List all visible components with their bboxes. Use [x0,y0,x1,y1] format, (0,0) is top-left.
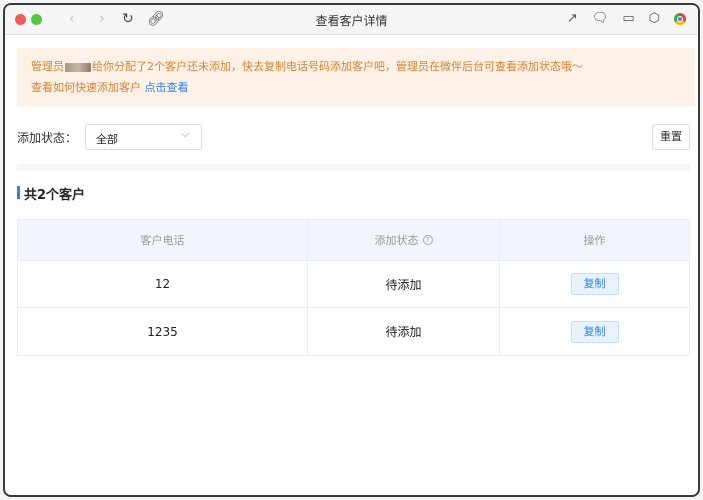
notice-banner: 管理员 给你分配了2个客户还未添加，快去复制电话号码添加客户吧，管理员在微伴后台可… [17,48,695,106]
chrome-icon[interactable] [674,13,686,25]
copy-button[interactable]: 复制 [570,320,619,343]
table-row: 12 待添加 复制 [18,261,689,308]
filter-bar: 添加状态： 全部 ⌵ 重置 [17,124,690,150]
title-bar: ‹ › ↻ 🔗︎ 查看客户详情 ↗ 🗨︎ ▭ ⬡ [5,5,698,35]
header-status-label: 添加状态 [374,234,419,247]
add-status-label: 添加状态： [17,131,78,145]
notice-line-1: 管理员 给你分配了2个客户还未添加，快去复制电话号码添加客户吧，管理员在微伴后台可… [31,56,681,77]
table-row: 1235 待添加 复制 [18,308,689,355]
section-divider [17,164,690,171]
blurred-admin-name [65,62,91,72]
cube-icon[interactable]: ⬡ [649,10,660,28]
screencast-icon[interactable]: ▭ [622,10,634,28]
customer-table: 客户电话 添加状态 ? 操作 12 待添加 复制 1235 待添加 复制 [17,219,690,356]
phone-cell: 12 [18,261,308,307]
wechat-icon[interactable]: 🗨︎ [592,10,609,28]
header-action: 操作 [583,234,606,247]
chevron-down-icon: ⌵ [181,129,189,140]
status-cell: 待添加 [308,261,500,307]
browser-window: ‹ › ↻ 🔗︎ 查看客户详情 ↗ 🗨︎ ▭ ⬡ 管理员 给你分配了2个客户还未添… [3,3,700,497]
status-cell: 待添加 [308,308,500,355]
notice-message: 给你分配了2个客户还未添加，快去复制电话号码添加客户吧，管理员在微伴后台可查看添… [92,60,583,73]
action-cell: 复制 [500,261,689,307]
help-question-icon[interactable]: ? [422,235,433,245]
share-icon[interactable]: ↗ [567,10,578,28]
copy-button[interactable]: 复制 [570,273,619,295]
reset-button[interactable]: 重置 [652,124,690,150]
action-cell: 复制 [500,308,689,355]
add-status-select[interactable]: 全部 ⌵ [85,124,202,150]
notice-prefix: 管理员 [31,60,64,73]
add-status-selected: 全部 [96,133,118,146]
header-status: 添加状态 ? [308,220,500,260]
table-header: 客户电话 添加状态 ? 操作 [18,220,689,261]
header-phone: 客户电话 [18,220,308,260]
view-help-link[interactable]: 点击查看 [145,81,189,94]
notice-line-2: 查看如何快速添加客户 点击查看 [31,77,681,98]
page-content: 管理员 给你分配了2个客户还未添加，快去复制电话号码添加客户吧，管理员在微伴后台可… [5,36,698,495]
notice-help-text: 查看如何快速添加客户 [31,81,141,94]
phone-cell: 1235 [18,308,308,355]
customer-count-title: 共2个客户 [17,184,85,203]
